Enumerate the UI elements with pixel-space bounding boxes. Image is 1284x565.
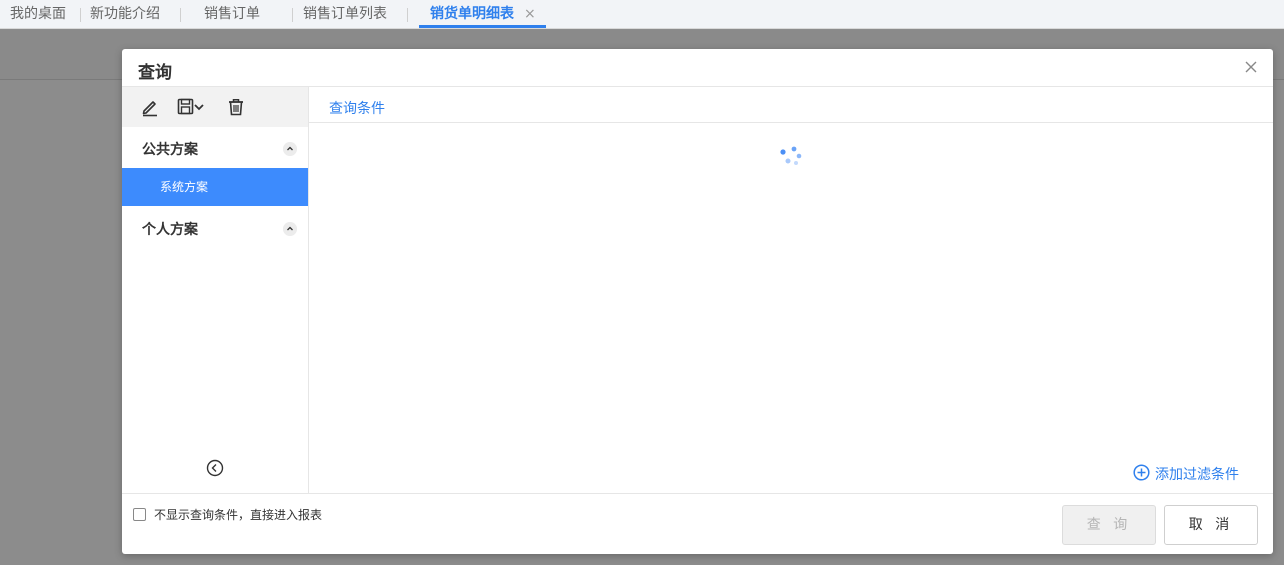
tab-separator: [80, 8, 81, 22]
trash-icon[interactable]: [225, 96, 247, 118]
tab-separator: [407, 8, 408, 22]
skip-query-label: 不显示查询条件，直接进入报表: [154, 508, 323, 522]
scheme-toolbar: [122, 87, 308, 127]
chevron-down-icon[interactable]: [192, 96, 206, 118]
tab-my-desktop[interactable]: 我的桌面: [10, 0, 66, 29]
tab-separator: [292, 8, 293, 22]
add-circle-icon: [1133, 464, 1150, 481]
tab-sales-order[interactable]: 销售订单: [204, 0, 260, 29]
scheme-panel: 公共方案 系统方案 个人方案: [122, 87, 309, 493]
divider: [122, 493, 1273, 494]
skip-query-checkbox[interactable]: [133, 508, 146, 521]
loading-spinner-icon: [780, 146, 802, 165]
dialog-title: 查询: [138, 63, 172, 83]
chevron-up-icon[interactable]: [283, 222, 297, 236]
personal-schemes-header[interactable]: 个人方案: [142, 219, 198, 239]
tab-bar: 我的桌面 新功能介绍 销售订单 销售订单列表 销货单明细表 ×: [0, 0, 1284, 29]
collapse-panel-icon[interactable]: [206, 459, 224, 477]
query-dialog: 查询 公共方案 系统方案 个人方案 查询条件 添加过滤条件 不显示查询条件，直接…: [122, 49, 1273, 554]
public-schemes-header[interactable]: 公共方案: [142, 139, 198, 159]
scheme-item-system[interactable]: 系统方案: [122, 168, 308, 206]
active-tab-indicator: [419, 25, 546, 28]
tab-sales-order-list[interactable]: 销售订单列表: [303, 0, 387, 29]
close-icon[interactable]: [1243, 59, 1259, 75]
add-filter-label: 添加过滤条件: [1155, 467, 1239, 483]
tab-query-conditions[interactable]: 查询条件: [329, 98, 385, 118]
chevron-up-icon[interactable]: [283, 142, 297, 156]
tab-separator: [180, 8, 181, 22]
tab-new-features[interactable]: 新功能介绍: [90, 0, 160, 29]
query-button[interactable]: 查 询: [1062, 505, 1156, 545]
divider: [309, 122, 1273, 123]
cancel-button[interactable]: 取 消: [1164, 505, 1258, 545]
edit-icon[interactable]: [139, 96, 161, 118]
